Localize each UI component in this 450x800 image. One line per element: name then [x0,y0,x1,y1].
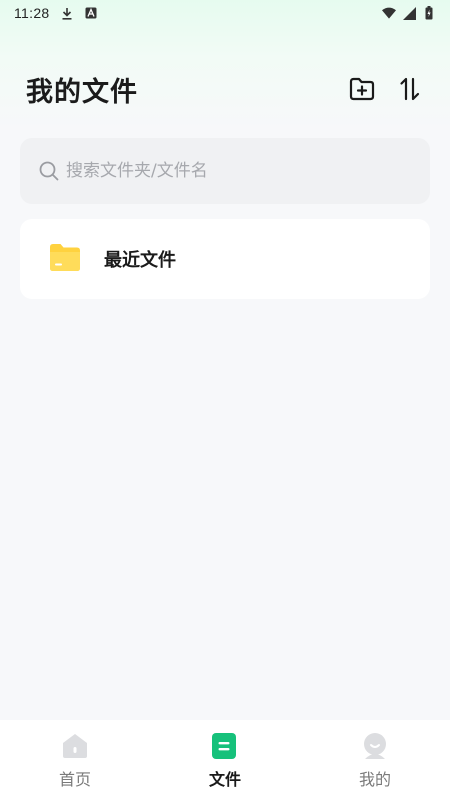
header-actions [348,75,424,103]
status-bar: 11:28 [0,0,450,26]
search-box[interactable] [20,138,430,204]
download-icon [60,6,74,20]
nav-item-profile[interactable]: 我的 [300,720,450,800]
file-icon [211,732,239,760]
battery-icon [422,6,436,20]
folder-label: 最近文件 [104,250,176,271]
nav-item-files[interactable]: 文件 [150,720,300,800]
folder-icon [48,242,82,276]
nav-label-files: 文件 [208,770,241,789]
profile-icon [361,732,389,760]
bottom-nav: 首页 文件 我的 [0,720,450,800]
a-box-icon [84,6,98,20]
status-time: 11:28 [14,5,50,21]
new-folder-icon[interactable] [348,75,376,103]
header: 我的文件 [0,64,450,114]
nav-label-profile: 我的 [358,770,391,789]
wifi-icon [382,6,396,20]
page-title: 我的文件 [26,76,138,108]
search-icon [38,160,60,182]
sort-icon[interactable] [396,75,424,103]
folder-item-recent-files[interactable]: 最近文件 [20,219,430,299]
nav-label-home: 首页 [58,770,91,789]
nav-item-home[interactable]: 首页 [0,720,150,800]
search-input[interactable] [66,161,396,181]
signal-icon [402,6,416,20]
home-icon [61,732,89,760]
